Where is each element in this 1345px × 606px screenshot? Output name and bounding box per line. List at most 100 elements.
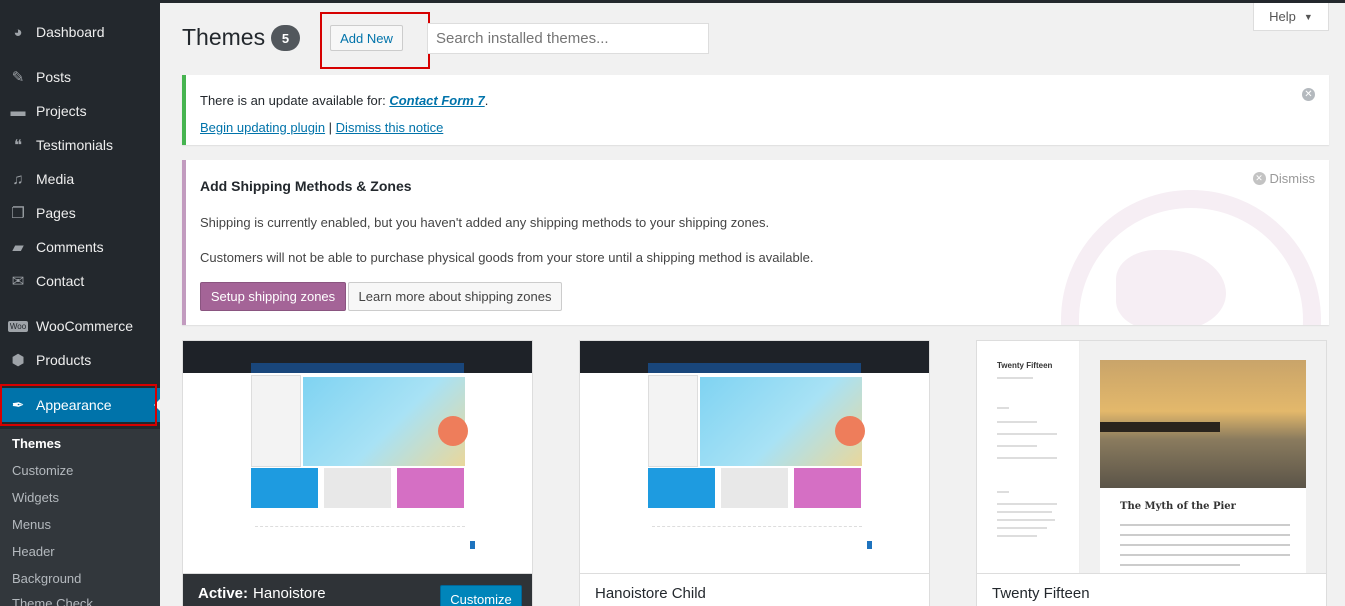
link-separator: | [325, 120, 336, 135]
submenu-widgets[interactable]: Widgets [12, 490, 59, 505]
comment-icon: ▰ [12, 239, 24, 256]
sidebar-item-label: Posts [36, 69, 72, 85]
help-tab-button[interactable]: Help ▼ [1253, 3, 1329, 31]
theme-name-bar: Active: Hanoistore Customize [183, 573, 532, 606]
sidebar-item-products[interactable]: ⬢ Products [0, 343, 160, 377]
sidebar-item-testimonials[interactable]: ❝ Testimonials [0, 128, 160, 162]
preview-text-line [997, 527, 1047, 529]
box-icon: ⬢ [11, 352, 25, 369]
dashboard-icon: ◕ [13, 23, 23, 41]
preview-text-line [997, 377, 1033, 379]
sidebar-item-label: Comments [36, 239, 104, 255]
add-new-button[interactable]: Add New [330, 25, 403, 51]
dismiss-shipping-notice-button[interactable]: ✕ Dismiss [1252, 171, 1316, 186]
theme-card-hanoistore[interactable]: Active: Hanoistore Customize [182, 340, 533, 606]
folder-icon: ▬ [10, 102, 26, 120]
theme-name-bar: Hanoistore Child [580, 573, 929, 606]
dismiss-notice-link[interactable]: Dismiss this notice [336, 120, 444, 135]
submenu-customize[interactable]: Customize [12, 463, 73, 478]
sidebar-item-label: Contact [36, 273, 85, 289]
submenu-background[interactable]: Background [12, 571, 81, 586]
theme-name-bar: Twenty Fifteen [977, 573, 1326, 606]
preview-brand-logos [652, 526, 862, 556]
close-circle-icon: ✕ [1252, 172, 1266, 185]
preview-text-line [1120, 544, 1290, 546]
search-themes-input[interactable] [427, 23, 709, 54]
sidebar-item-media[interactable]: ♫ Media [0, 162, 160, 196]
theme-screenshot[interactable]: Twenty Fifteen The Myth of the Pier [977, 341, 1326, 573]
shipping-notice-warning: Customers will not be able to purchase p… [200, 250, 814, 265]
begin-updating-link[interactable]: Begin updating plugin [200, 120, 325, 135]
sidebar-item-label: Projects [36, 103, 87, 119]
submenu-theme-check[interactable]: Theme Check [12, 596, 93, 606]
sidebar-item-contact[interactable]: ✉ Contact [0, 264, 160, 298]
sidebar-item-dashboard[interactable]: ◕ Dashboard [0, 15, 160, 49]
update-notice: There is an update available for: Contac… [182, 75, 1329, 145]
preview-sidebar [648, 375, 698, 467]
plugin-link[interactable]: Contact Form 7 [389, 93, 484, 108]
preview-main: The Myth of the Pier [1080, 341, 1326, 573]
pin-icon: ✎ [11, 69, 25, 86]
shipping-notice-title: Add Shipping Methods & Zones [200, 178, 412, 194]
theme-card-hanoistore-child[interactable]: Hanoistore Child [579, 340, 930, 606]
woo-icon-text: Woo [7, 320, 29, 332]
sidebar-item-label: Products [36, 352, 92, 368]
sidebar-item-label: Pages [36, 205, 76, 221]
preview-promo-badge [835, 416, 865, 446]
caret-down-icon: ▼ [1303, 11, 1313, 22]
dismiss-label: Dismiss [1269, 171, 1316, 186]
theme-name: Twenty Fifteen [992, 585, 1090, 602]
preview-text-line [997, 407, 1009, 409]
learn-more-shipping-button[interactable]: Learn more about shipping zones [348, 282, 562, 311]
woo-icon: Woo [0, 320, 36, 332]
close-icon[interactable]: ✕ [1302, 88, 1315, 101]
preview-promo-phone [324, 468, 391, 508]
preview-text-line [997, 445, 1037, 447]
sidebar-item-label: Dashboard [36, 24, 105, 40]
preview-scroll-dot [867, 541, 872, 549]
shipping-notice-message: Shipping is currently enabled, but you h… [200, 215, 770, 230]
sidebar-item-posts[interactable]: ✎ Posts [0, 60, 160, 94]
quote-icon: ❝ [13, 137, 23, 154]
active-label: Active: [198, 585, 249, 602]
sidebar-item-projects[interactable]: ▬ Projects [0, 94, 160, 128]
sidebar-item-label: Media [36, 171, 75, 187]
preview-brand-logos [255, 526, 465, 556]
help-label: Help [1269, 9, 1296, 24]
preview-sidebar: Twenty Fifteen [977, 341, 1080, 573]
preview-site-title: Twenty Fifteen [997, 361, 1053, 370]
sidebar-item-woocommerce[interactable]: Woo WooCommerce [0, 309, 160, 343]
setup-shipping-zones-button[interactable]: Setup shipping zones [200, 282, 346, 311]
update-notice-period: . [484, 93, 489, 108]
sidebar-item-comments[interactable]: ▰ Comments [0, 230, 160, 264]
preview-promo-camera [794, 468, 861, 508]
update-notice-text: There is an update available for: Contac… [200, 93, 488, 108]
theme-name: Hanoistore Child [595, 585, 706, 602]
admin-bar-edge [0, 0, 1345, 3]
customize-button[interactable]: Customize [440, 585, 522, 606]
preview-scroll-dot [470, 541, 475, 549]
submenu-menus[interactable]: Menus [12, 517, 51, 532]
preview-post-title: The Myth of the Pier [1120, 501, 1236, 512]
sidebar-item-pages[interactable]: ❐ Pages [0, 196, 160, 230]
preview-pier-silhouette [1100, 422, 1220, 432]
preview-text-line [1120, 524, 1290, 526]
theme-card-twenty-fifteen[interactable]: Twenty Fifteen The Myth of the Pier Twen… [976, 340, 1327, 606]
preview-text-line [997, 519, 1055, 521]
theme-screenshot[interactable] [580, 341, 929, 573]
preview-promo-phone [721, 468, 788, 508]
preview-article: The Myth of the Pier [1100, 488, 1306, 573]
theme-screenshot[interactable] [183, 341, 532, 573]
preview-promo-camera [397, 468, 464, 508]
preview-text-line [997, 491, 1009, 493]
submenu-themes[interactable]: Themes [12, 436, 61, 451]
preview-pier-photo [1100, 360, 1306, 488]
preview-nav [648, 363, 861, 373]
submenu-header[interactable]: Header [12, 544, 55, 559]
preview-text-line [997, 535, 1037, 537]
mail-icon: ✉ [11, 273, 25, 290]
preview-text-line [997, 503, 1057, 505]
theme-name: Hanoistore [253, 585, 326, 602]
preview-nav [251, 363, 464, 373]
preview-text-line [1120, 534, 1290, 536]
